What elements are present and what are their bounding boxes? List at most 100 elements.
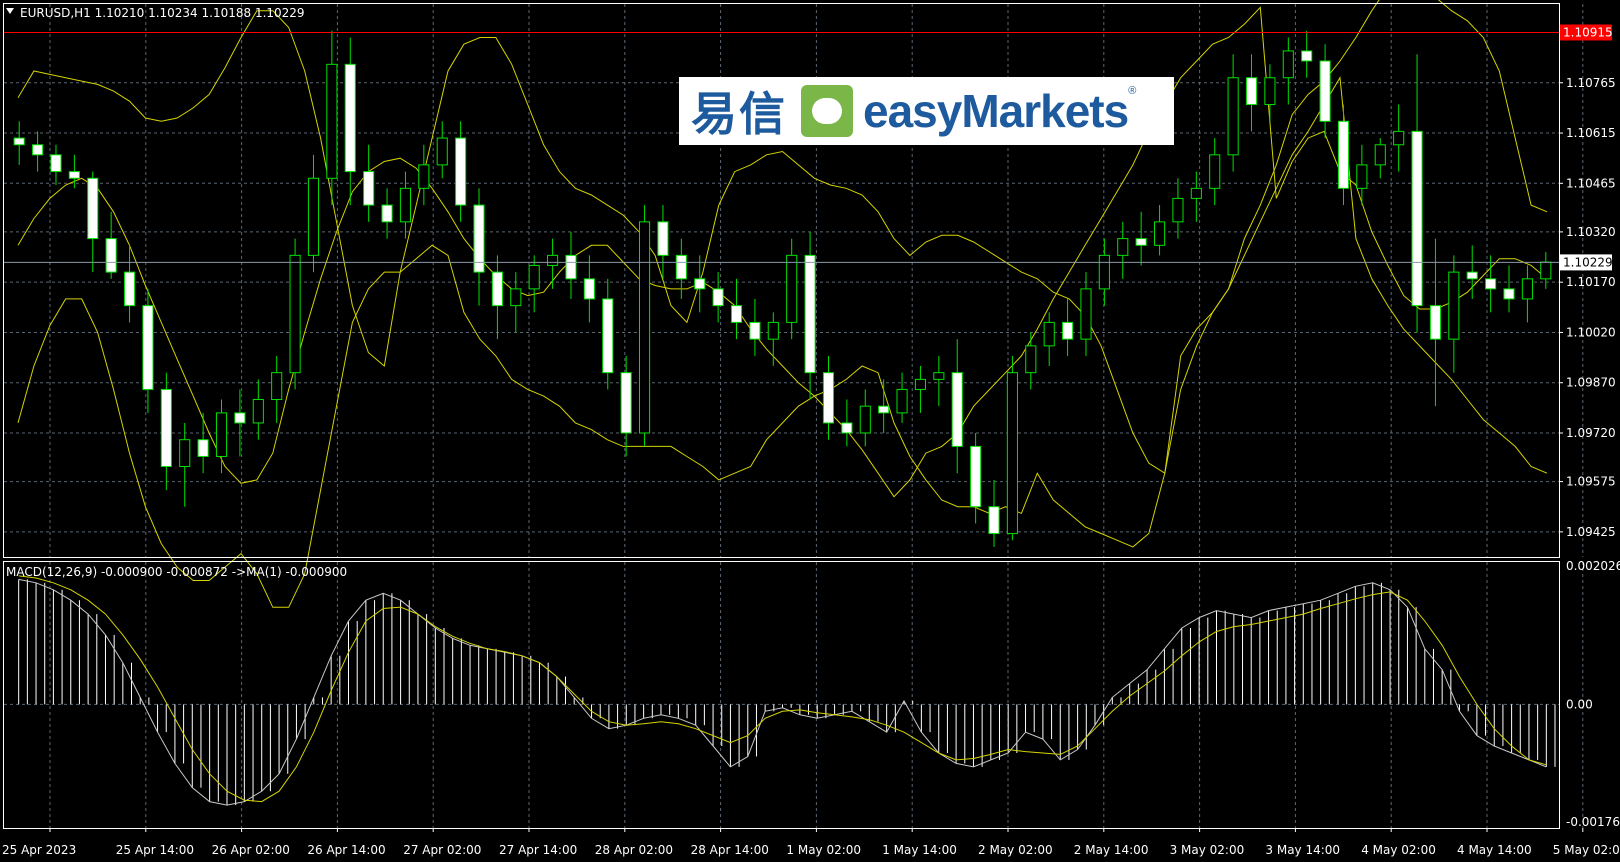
logo-chinese-text: 易信 [691,87,787,141]
candle-body [105,238,117,273]
candle-body [1356,164,1368,189]
candle-body [142,305,154,390]
macd-y-tick-label: 0.002026 [1566,559,1620,573]
candle-body [215,412,228,457]
candle-body [951,372,963,447]
candle-body [694,278,706,290]
candle-body [1374,144,1386,166]
candle-body [1301,50,1313,62]
candle-body [1503,288,1515,300]
candle-body [160,388,172,468]
x-tick-label: 25 Apr 2023 [2,843,76,857]
x-tick-label: 26 Apr 14:00 [307,843,385,857]
candle-body [1282,50,1294,79]
macd-outline [18,578,1547,806]
candle-body [13,137,25,146]
candle-body [1319,60,1331,122]
bollinger_lower-line [17,76,1548,608]
collapse-triangle-icon[interactable] [6,8,14,14]
logo-registered-mark: ® [1128,85,1137,97]
candle-body [32,144,44,156]
candle-body [455,137,467,206]
candle-body [657,221,669,256]
x-tick-label: 1 May 14:00 [882,843,957,857]
macd-legend: MACD(12,26,9) -0.000900 -0.000872 ->MA(1… [6,565,347,579]
candle-body [675,254,687,280]
candle-body [326,63,338,179]
ask-price-label: 1.10915 [1563,25,1613,39]
candle-body [197,439,209,457]
candle-body [583,278,595,300]
candle-body [1466,271,1478,280]
y-tick-label: 1.10765 [1566,76,1616,90]
candle-body [1485,278,1497,290]
y-tick-label: 1.10615 [1566,126,1616,140]
x-tick-label: 25 Apr 14:00 [116,843,194,857]
x-tick-label: 3 May 02:00 [1170,843,1245,857]
bid-price-label: 1.10229 [1563,255,1613,269]
candle-body [1172,197,1184,223]
candle-body [712,288,724,307]
candle-body [528,264,540,290]
candle-body [547,254,559,266]
x-tick-label: 27 Apr 02:00 [403,843,481,857]
candle-body [822,372,835,424]
candle-body [859,405,871,434]
y-tick-label: 1.10170 [1566,275,1616,289]
candle-body [1080,288,1092,340]
candle-body [179,439,191,468]
candle-body [344,63,356,173]
main-legend: EURUSD,H1 1.10210 1.10234 1.10188 1.1022… [20,6,305,20]
candle-body [988,506,1000,535]
candle-body [491,271,503,307]
x-tick-label: 4 May 14:00 [1457,843,1532,857]
candle-body [1245,77,1258,106]
candle-body [50,154,62,173]
candle-body [436,137,448,166]
candle-body [914,378,927,390]
y-tick-label: 1.09575 [1566,475,1616,489]
x-tick-label: 4 May 02:00 [1361,843,1436,857]
candle-body [1153,221,1166,246]
candle-body [638,221,651,434]
candle-body [620,372,632,434]
logo-english-text: easyMarkets [863,85,1129,137]
candle-body [970,445,982,508]
y-tick-label: 1.09870 [1566,376,1616,390]
candle-body [307,177,320,256]
candle-body [1337,120,1350,189]
candle-body [730,305,743,323]
candle-body [418,164,430,189]
macd-y-tick-label: 0.00 [1566,697,1593,711]
candle-body [1062,321,1074,340]
x-tick-label: 28 Apr 02:00 [595,843,673,857]
candle-body [565,254,577,280]
y-tick-label: 1.10465 [1566,176,1616,190]
candle-body [1264,77,1276,106]
candle-body [234,412,246,424]
candle-body [1209,154,1221,189]
y-tick-label: 1.09425 [1566,525,1616,539]
candle-body [399,187,412,223]
x-tick-label: 27 Apr 14:00 [499,843,577,857]
candle-body [1190,187,1202,199]
candle-body [1043,321,1055,347]
y-tick-label: 1.10320 [1566,225,1616,239]
candle-body [786,254,798,323]
x-tick-label: 28 Apr 14:00 [691,843,769,857]
x-tick-label: 3 May 14:00 [1265,843,1340,857]
candle-body [123,271,136,307]
logo-mark-icon [801,85,853,137]
candle-body [896,388,908,414]
macd-signal-line [18,575,1547,803]
candle-body [1098,254,1110,290]
candle-body [363,171,375,206]
macd-y-tick-label: -0.001765 [1566,815,1620,829]
candle-body [749,321,761,340]
candle-body [1411,130,1423,307]
candle-body [933,372,945,380]
candle-body [1006,372,1018,535]
candle-body [1448,271,1460,340]
candle-body [289,254,301,374]
macd-panel [18,575,1556,806]
